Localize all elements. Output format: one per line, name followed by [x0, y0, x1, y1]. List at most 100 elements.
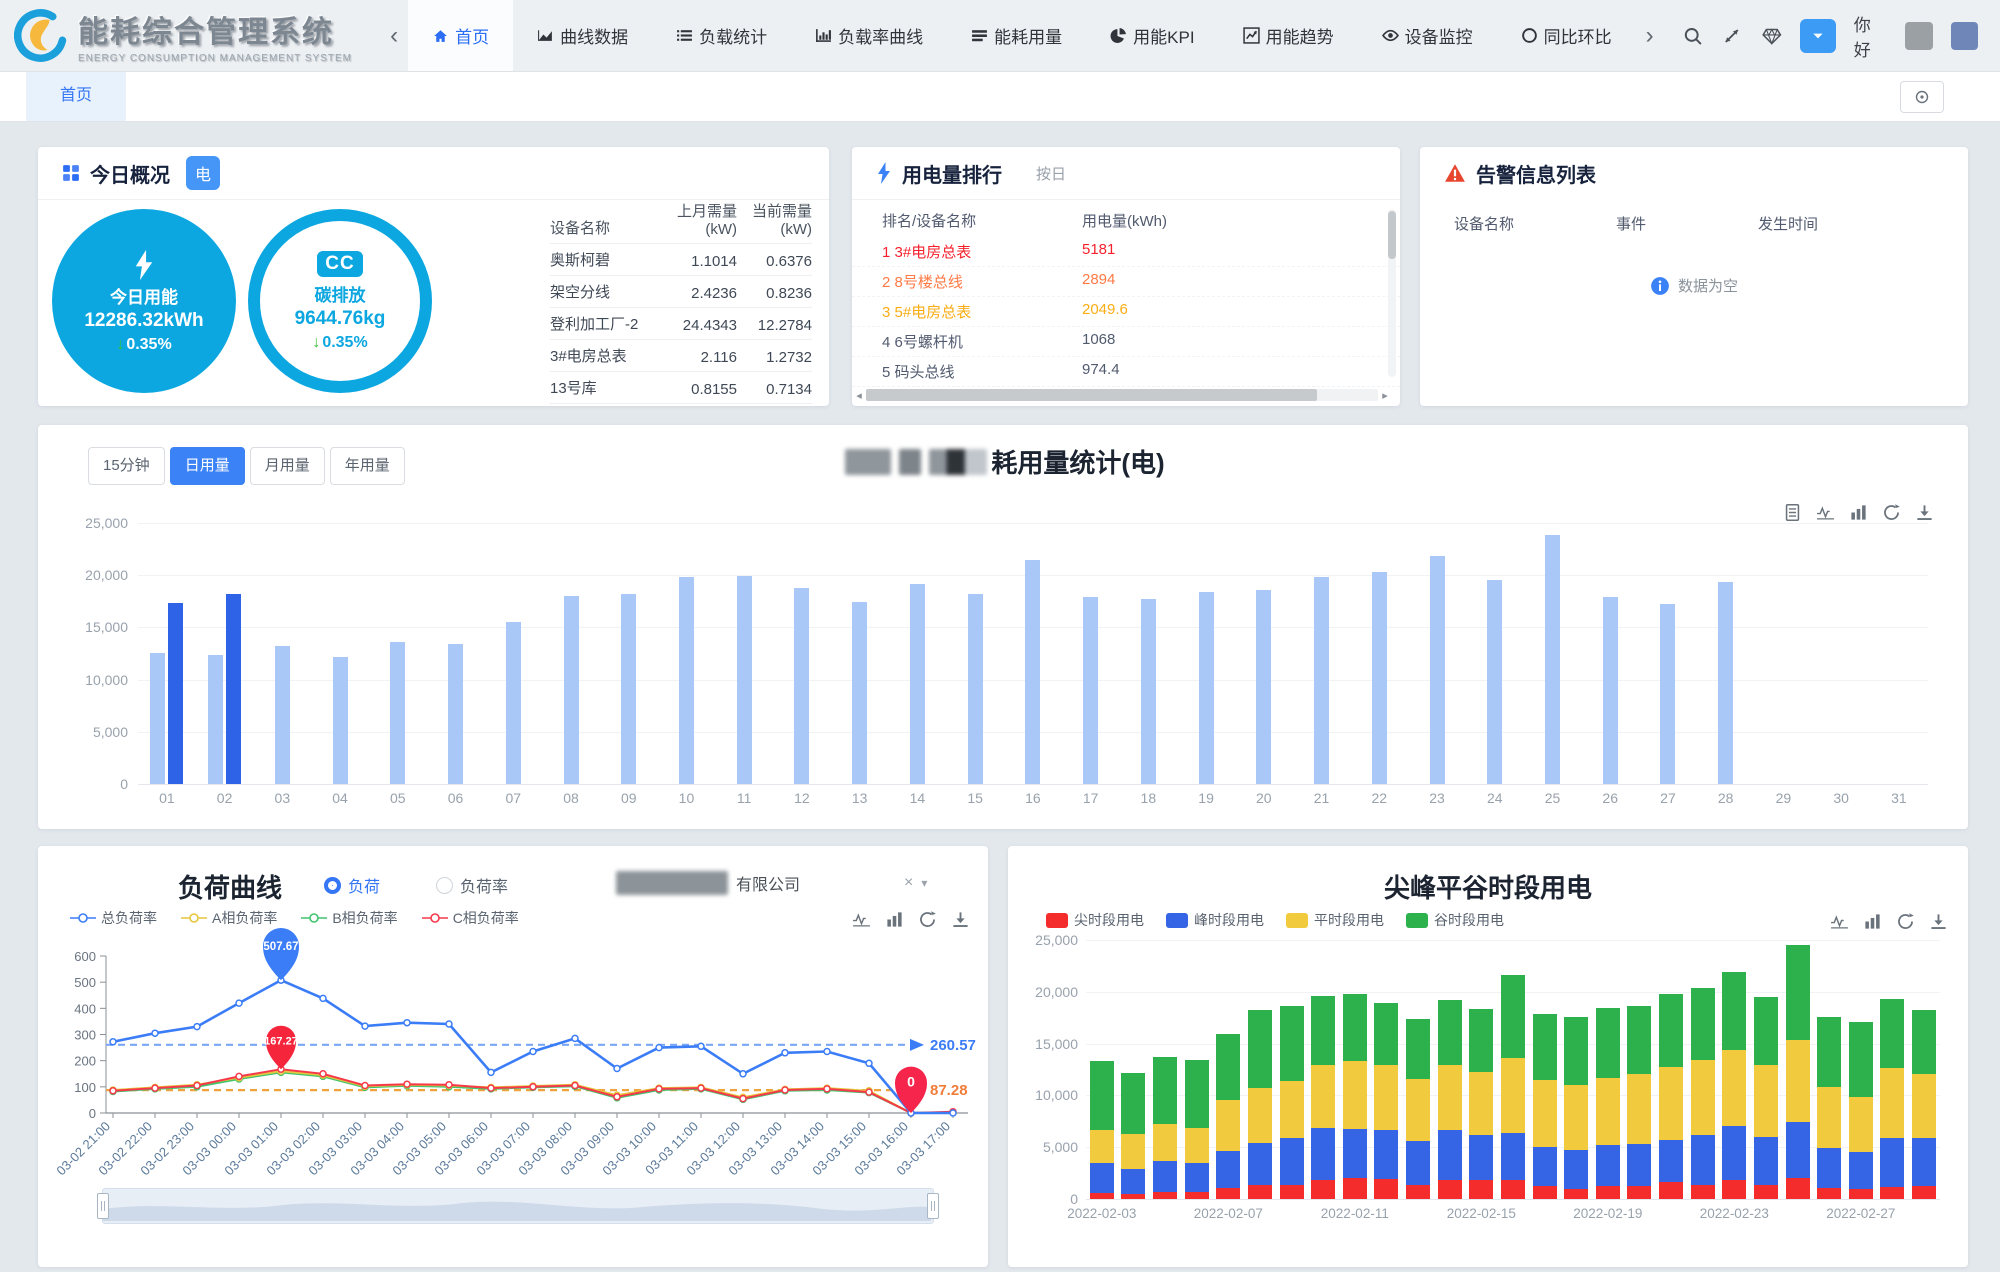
download-icon[interactable]: [951, 910, 970, 929]
bar-chart-toggle-icon[interactable]: [885, 910, 904, 929]
search-icon[interactable]: [1682, 25, 1704, 47]
nav-collapse-chevron-icon[interactable]: ‹: [380, 22, 408, 50]
vscroll-thumb[interactable]: [1388, 211, 1396, 259]
company-select[interactable]: 有限公司 × ▾: [616, 871, 927, 895]
x-axis-label: 05: [390, 790, 406, 806]
datazoom-handle-left[interactable]: [97, 1193, 109, 1219]
x-axis-label: 03: [275, 790, 291, 806]
select-caret-icon[interactable]: ▾: [921, 876, 927, 890]
datazoom-handle-right[interactable]: [927, 1193, 939, 1219]
legend-item[interactable]: 平时段用电: [1286, 910, 1384, 930]
user-menu-square[interactable]: [1951, 22, 1978, 50]
stack-segment: [1216, 1034, 1240, 1099]
line-chart-toggle-icon[interactable]: [1816, 503, 1835, 522]
ranking-mode-daily[interactable]: 按日: [1036, 163, 1066, 184]
svg-text:500: 500: [74, 975, 96, 990]
power-ranking-card: 用电量排行 按日 排名/设备名称 用电量(kWh) 1 3#电房总表51812 …: [852, 147, 1400, 406]
stacked-bar: [1659, 994, 1683, 1199]
y-axis-label: 5,000: [68, 724, 128, 740]
legend-item[interactable]: 峰时段用电: [1166, 910, 1264, 930]
bar-chart-toggle-icon[interactable]: [1849, 503, 1868, 522]
scroll-left-icon[interactable]: ◂: [852, 389, 866, 402]
nav-item-device-monitor[interactable]: 设备监控: [1358, 0, 1497, 71]
legend-item[interactable]: A相负荷率: [181, 908, 277, 928]
avatar[interactable]: [1905, 22, 1932, 50]
stacked-bar: [1090, 1061, 1114, 1199]
greeting-text: 你好: [1854, 11, 1887, 61]
tab-options-button[interactable]: [1900, 81, 1944, 113]
nav-item-curve-data[interactable]: 曲线数据: [513, 0, 652, 71]
nav-item-energy-usage[interactable]: 能耗用量: [947, 0, 1086, 71]
dropdown-button[interactable]: [1800, 19, 1835, 53]
nav-item-load-rate-curve[interactable]: 负载率曲线: [791, 0, 947, 71]
download-icon[interactable]: [1929, 912, 1948, 931]
stack-segment: [1722, 1050, 1746, 1126]
legend-item[interactable]: B相负荷率: [301, 908, 397, 928]
stack-segment: [1374, 1003, 1398, 1065]
stack-segment: [1786, 1040, 1810, 1123]
nav-item-energy-trend[interactable]: 用能趋势: [1219, 0, 1358, 71]
legend-swatch-icon: [1406, 913, 1428, 928]
alarm-col-time: 发生时间: [1758, 213, 1918, 234]
stack-segment: [1786, 1122, 1810, 1178]
bar: [1718, 582, 1733, 785]
table-row: 13号库0.81550.7134: [550, 372, 812, 404]
demand-table-header: 设备名称上月需量 (kW)当前需量 (kW): [550, 195, 812, 244]
energy-delta: ↓0.35%: [116, 336, 171, 354]
datazoom-slider[interactable]: [102, 1188, 934, 1224]
tab-home[interactable]: 首页: [26, 71, 126, 121]
nav-item-kpi[interactable]: 用能KPI: [1086, 0, 1218, 71]
electricity-badge[interactable]: 电: [186, 156, 220, 190]
bar-chart-toggle-icon[interactable]: [1863, 912, 1882, 931]
carbon-value: 9644.76kg: [295, 308, 386, 330]
download-icon[interactable]: [1915, 503, 1934, 522]
scroll-right-icon[interactable]: ▸: [1378, 389, 1392, 402]
legend-item[interactable]: 总负荷率: [70, 908, 157, 928]
refresh-icon[interactable]: [1896, 912, 1915, 931]
stacked-bar: [1817, 1017, 1841, 1199]
refresh-icon[interactable]: [918, 910, 937, 929]
bar: [1603, 597, 1618, 784]
data-view-icon[interactable]: [1783, 503, 1802, 522]
nav-item-compare[interactable]: 同比环比: [1497, 0, 1636, 71]
radio-load[interactable]: 负荷: [324, 873, 380, 897]
tou-stacked-plot: 25,00020,00015,00010,0005,00002022-02-03…: [1086, 940, 1940, 1199]
stack-segment: [1880, 1187, 1904, 1199]
y-axis-label: 25,000: [1016, 932, 1078, 948]
ranking-row: 5 码头总线974.4: [852, 357, 1400, 387]
legend-item[interactable]: C相负荷率: [422, 908, 519, 928]
svg-text:600: 600: [74, 949, 96, 964]
x-axis-label: 15: [967, 790, 983, 806]
stack-segment: [1280, 1081, 1304, 1138]
stack-segment: [1501, 975, 1525, 1058]
bolt-icon: [876, 162, 892, 184]
line-chart-toggle-icon[interactable]: [852, 910, 871, 929]
radio-load-rate[interactable]: 负荷率: [436, 873, 508, 897]
stack-segment: [1849, 1022, 1873, 1098]
line-chart-toggle-icon[interactable]: [1830, 912, 1849, 931]
stack-segment: [1659, 1067, 1683, 1140]
legend-item[interactable]: 尖时段用电: [1046, 910, 1144, 930]
legend-item[interactable]: 谷时段用电: [1406, 910, 1504, 930]
nav-overflow-chevron-icon[interactable]: ›: [1636, 22, 1664, 50]
stack-segment: [1912, 1010, 1936, 1073]
ranking-vscrollbar[interactable]: [1388, 209, 1396, 377]
stack-segment: [1469, 1009, 1493, 1071]
nav-item-home[interactable]: 首页: [408, 0, 513, 71]
bar: [1314, 577, 1329, 784]
refresh-icon[interactable]: [1882, 503, 1901, 522]
fullscreen-icon[interactable]: [1721, 25, 1743, 47]
svg-text:400: 400: [74, 1001, 96, 1016]
stack-segment: [1564, 1189, 1588, 1199]
stack-segment: [1817, 1017, 1841, 1087]
clear-icon[interactable]: ×: [904, 874, 913, 892]
tab-bar: 首页: [0, 71, 2000, 122]
nav-item-load-stats[interactable]: 负载统计: [652, 0, 791, 71]
gem-icon[interactable]: [1761, 25, 1783, 47]
stack-segment: [1406, 1079, 1430, 1141]
radio-unselected-icon: [436, 877, 453, 894]
x-axis-label: 17: [1083, 790, 1099, 806]
hscroll-thumb[interactable]: [866, 389, 1317, 401]
stack-segment: [1596, 1078, 1620, 1145]
ranking-hscrollbar[interactable]: ◂ ▸: [852, 388, 1392, 402]
